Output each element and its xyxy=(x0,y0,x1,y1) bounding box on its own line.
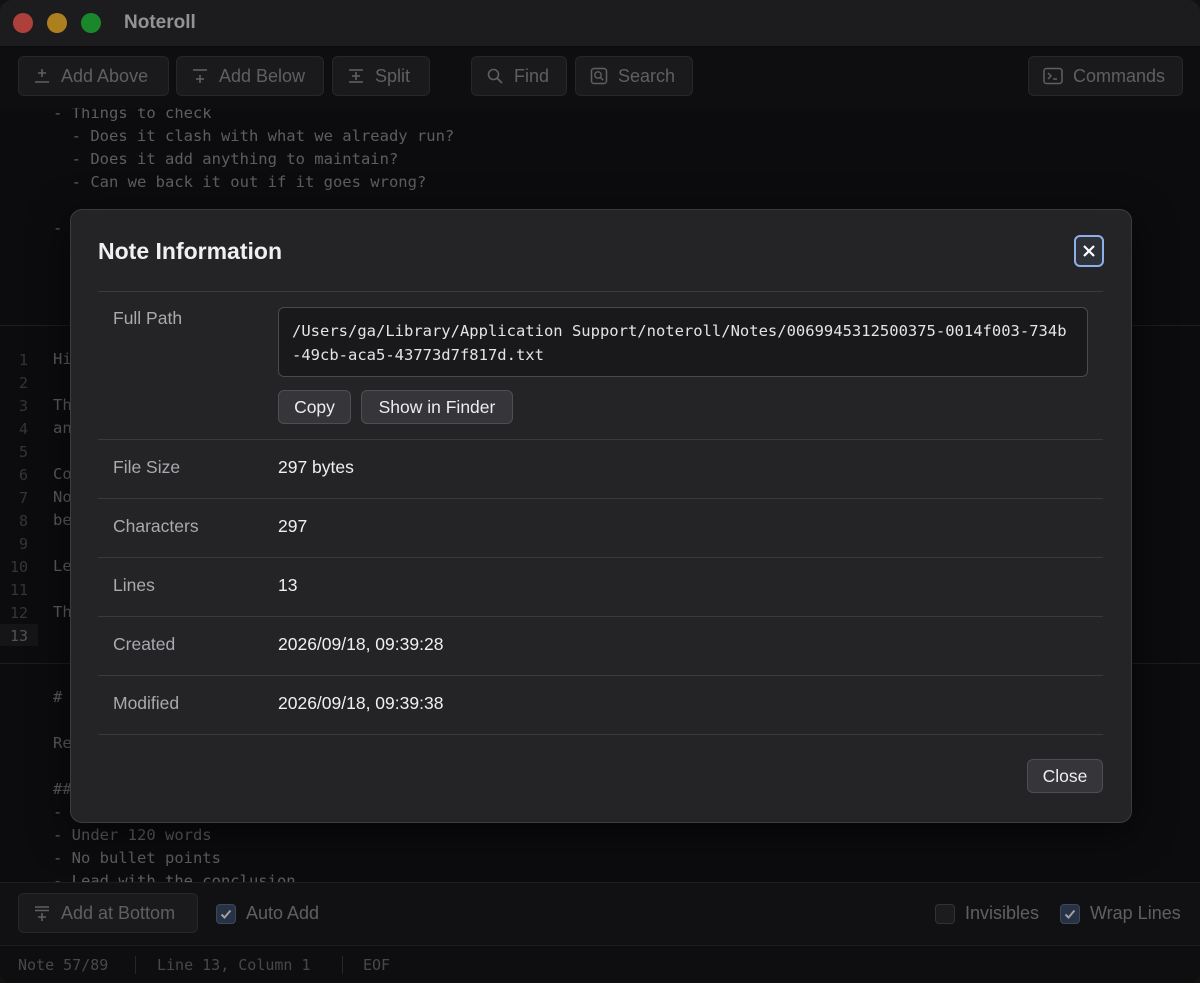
close-icon xyxy=(1083,245,1095,257)
lines-value: 13 xyxy=(278,575,298,595)
characters-label: Characters xyxy=(113,516,199,536)
divider xyxy=(98,616,1103,617)
characters-value: 297 xyxy=(278,516,308,536)
divider xyxy=(98,291,1103,292)
divider xyxy=(98,439,1103,440)
lines-label: Lines xyxy=(113,575,155,595)
close-button[interactable]: Close xyxy=(1027,759,1103,793)
modified-value: 2026/09/18, 09:39:38 xyxy=(278,693,444,713)
copy-button[interactable]: Copy xyxy=(278,390,351,424)
divider xyxy=(98,675,1103,676)
full-path-label: Full Path xyxy=(113,308,183,328)
modified-label: Modified xyxy=(113,693,180,713)
show-in-finder-button[interactable]: Show in Finder xyxy=(361,390,513,424)
divider xyxy=(98,557,1103,558)
created-value: 2026/09/18, 09:39:28 xyxy=(278,634,444,654)
file-size-label: File Size xyxy=(113,457,181,477)
file-size-value: 297 bytes xyxy=(278,457,354,477)
dialog-title: Note Information xyxy=(98,238,282,264)
dialog-close-x-button[interactable] xyxy=(1074,235,1104,267)
divider xyxy=(98,498,1103,499)
divider xyxy=(98,734,1103,735)
note-information-dialog: Note Information Full Path /Users/ga/Lib… xyxy=(70,209,1132,823)
full-path-field[interactable]: /Users/ga/Library/Application Support/no… xyxy=(278,307,1088,377)
created-label: Created xyxy=(113,634,176,654)
